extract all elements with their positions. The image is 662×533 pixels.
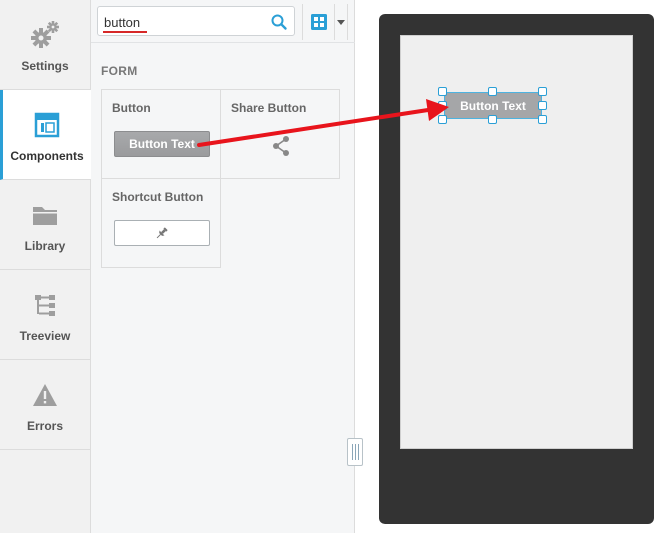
resize-handle-top[interactable] [488, 87, 497, 96]
resize-handle-top-right[interactable] [538, 87, 547, 96]
nav-item-library[interactable]: Library [0, 180, 90, 270]
resize-handle-bottom-right[interactable] [538, 115, 547, 124]
nav-label-treeview: Treeview [19, 329, 71, 343]
resize-handle-right[interactable] [538, 101, 547, 110]
nav-label-components: Components [10, 149, 84, 163]
grid-view-button[interactable] [302, 4, 334, 40]
components-icon [3, 110, 91, 140]
folder-icon [0, 200, 90, 230]
resize-handle-left[interactable] [438, 101, 447, 110]
nav-item-errors[interactable]: Errors [0, 360, 90, 450]
grid-icon [310, 14, 327, 30]
nav-label-settings: Settings [21, 59, 69, 73]
nav-item-components[interactable]: Components [0, 90, 91, 180]
component-share-button[interactable]: Share Button [220, 89, 340, 179]
search-box [97, 6, 295, 36]
resize-handle-bottom[interactable] [488, 115, 497, 124]
section-title-form: FORM [101, 64, 138, 78]
button-preview: Button Text [114, 131, 210, 157]
search-input[interactable] [104, 13, 264, 31]
left-nav: Settings Components Library Treeview Err… [0, 0, 91, 533]
component-button[interactable]: Button Button Text [101, 89, 221, 179]
component-title: Share Button [231, 101, 307, 115]
warning-icon [0, 380, 90, 410]
search-icon[interactable] [270, 13, 288, 31]
treeview-icon [0, 290, 90, 320]
component-title: Button [112, 101, 151, 115]
caret-down-icon [337, 19, 345, 25]
view-options-dropdown[interactable] [334, 4, 348, 40]
gears-icon [0, 20, 90, 50]
panel-divider [91, 42, 355, 43]
nav-label-library: Library [24, 239, 66, 253]
shortcut-preview [114, 220, 210, 246]
panel-resize-handle[interactable] [347, 438, 363, 466]
pin-icon [156, 227, 168, 239]
share-icon [273, 136, 289, 156]
spellcheck-underline [103, 31, 147, 33]
component-shortcut-button[interactable]: Shortcut Button [101, 178, 221, 268]
component-title: Shortcut Button [112, 190, 204, 204]
nav-item-treeview[interactable]: Treeview [0, 270, 90, 360]
nav-label-errors: Errors [26, 419, 64, 433]
nav-item-settings[interactable]: Settings [0, 0, 90, 90]
resize-handle-bottom-left[interactable] [438, 115, 447, 124]
resize-handle-top-left[interactable] [438, 87, 447, 96]
